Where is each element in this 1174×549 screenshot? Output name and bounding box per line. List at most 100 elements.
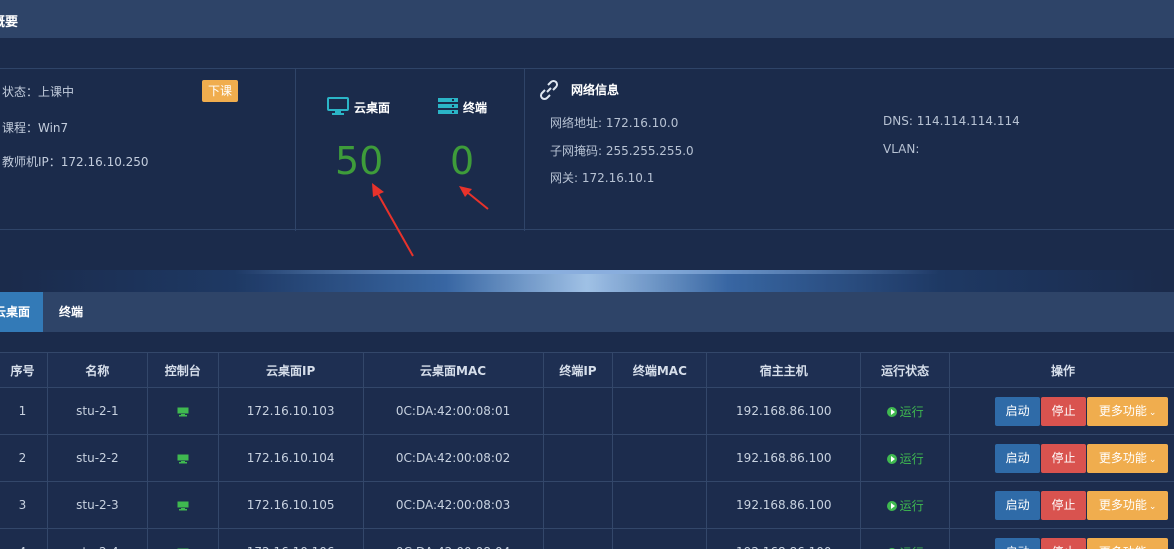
start-button[interactable]: 启动 <box>995 490 1041 520</box>
col-header: 运行状态 <box>860 352 951 388</box>
server-icon <box>438 98 458 114</box>
row-host: 192.168.86.100 <box>706 481 862 529</box>
glow-separator <box>0 270 1174 292</box>
console-cell <box>146 528 219 549</box>
more-functions-button[interactable]: 更多功能⌄ <box>1087 443 1169 473</box>
col-header: 终端IP <box>542 352 614 388</box>
console-cell <box>146 434 219 482</box>
row-status: 运行 <box>860 481 951 529</box>
col-header: 宿主主机 <box>706 352 862 388</box>
vlan: VLAN: <box>883 142 920 156</box>
more-functions-label: 更多功能 <box>1099 545 1147 549</box>
row-terminal-mac <box>612 528 708 549</box>
row-terminal-mac <box>612 434 708 482</box>
chevron-down-icon: ⌄ <box>1148 454 1157 465</box>
row-terminal-ip <box>542 528 614 549</box>
more-functions-button[interactable]: 更多功能⌄ <box>1087 537 1169 549</box>
col-header: 云桌面IP <box>217 352 364 388</box>
col-header: 终端MAC <box>612 352 708 388</box>
start-button[interactable]: 启动 <box>995 443 1041 473</box>
end-class-button[interactable]: 下课 <box>202 80 238 102</box>
monitor-icon <box>327 97 349 115</box>
section-title: 概要 <box>0 15 19 30</box>
console-cell <box>146 387 219 435</box>
row-actions: 启动停止更多功能⌄ <box>949 387 1174 435</box>
overview-panel: 状态：上课中 下课 课程：Win7 教师机IP：172.16.10.250 云桌… <box>0 68 1174 231</box>
row-terminal-mac <box>612 481 708 529</box>
play-circle-icon <box>886 453 897 464</box>
row-actions: 启动停止更多功能⌄ <box>949 434 1174 482</box>
tab-desktops[interactable]: 云桌面 <box>0 292 43 332</box>
row-number: 3 <box>0 481 48 529</box>
status-text: 运行 <box>900 546 924 549</box>
col-header: 名称 <box>46 352 148 388</box>
more-functions-button[interactable]: 更多功能⌄ <box>1087 490 1169 520</box>
row-desktop-mac: 0C:DA:42:00:08:01 <box>362 387 544 435</box>
row-desktop-mac: 0C:DA:42:00:08:04 <box>362 528 544 549</box>
class-status: 状态：上课中 <box>2 85 75 99</box>
start-button[interactable]: 启动 <box>995 537 1041 549</box>
row-terminal-ip <box>542 387 614 435</box>
status-text: 运行 <box>899 498 924 513</box>
row-number: 4 <box>0 528 48 549</box>
table-row: 4 stu-2-4 172.16.10.106 0C:DA:42:00:08:0… <box>0 528 1174 549</box>
more-functions-label: 更多功能 <box>1098 403 1147 418</box>
divider <box>295 69 296 231</box>
row-name: stu-2-2 <box>46 434 148 482</box>
row-desktop-ip: 172.16.10.105 <box>217 481 364 529</box>
row-host: 192.168.86.100 <box>706 387 862 435</box>
row-terminal-mac <box>612 387 708 435</box>
terminal-label: 终端 <box>463 101 488 115</box>
more-functions-label: 更多功能 <box>1098 497 1147 512</box>
status-text: 运行 <box>899 451 924 466</box>
col-header: 序号 <box>0 352 48 388</box>
row-name: stu-2-1 <box>46 387 148 435</box>
teacher-ip: 教师机IP：172.16.10.250 <box>2 155 149 169</box>
start-button[interactable]: 启动 <box>995 396 1041 426</box>
row-number: 1 <box>0 387 48 435</box>
console-icon[interactable] <box>177 407 189 417</box>
row-status: 运行 <box>860 528 951 549</box>
dns: DNS: 114.114.114.114 <box>883 114 1020 128</box>
stop-button[interactable]: 停止 <box>1041 443 1087 473</box>
col-header: 云桌面MAC <box>362 352 544 388</box>
desktop-count: 50 <box>335 139 384 183</box>
table-header-row: 序号 名称 控制台 云桌面IP 云桌面MAC 终端IP 终端MAC 宿主主机 运… <box>0 352 1174 388</box>
table-row: 1 stu-2-1 172.16.10.103 0C:DA:42:00:08:0… <box>0 387 1174 435</box>
more-functions-label: 更多功能 <box>1098 450 1147 465</box>
desktop-label: 云桌面 <box>354 101 391 115</box>
tab-bar: 云桌面 终端 <box>0 292 1174 332</box>
row-desktop-ip: 172.16.10.104 <box>217 434 364 482</box>
row-name: stu-2-4 <box>46 528 148 549</box>
play-circle-icon <box>886 406 897 417</box>
network-title: 网络信息 <box>571 83 620 97</box>
table-row: 3 stu-2-3 172.16.10.105 0C:DA:42:00:08:0… <box>0 481 1174 529</box>
link-icon <box>539 79 559 101</box>
row-host: 192.168.86.100 <box>706 434 862 482</box>
tab-terminals[interactable]: 终端 <box>59 292 83 332</box>
chevron-down-icon: ⌄ <box>1148 407 1157 418</box>
chevron-down-icon: ⌄ <box>1148 501 1157 512</box>
desktop-table: 序号 名称 控制台 云桌面IP 云桌面MAC 终端IP 终端MAC 宿主主机 运… <box>0 352 1174 549</box>
row-desktop-mac: 0C:DA:42:00:08:03 <box>362 481 544 529</box>
stop-button[interactable]: 停止 <box>1041 396 1087 426</box>
row-host: 192.168.86.100 <box>706 528 862 549</box>
stop-button[interactable]: 停止 <box>1041 490 1087 520</box>
row-terminal-ip <box>542 434 614 482</box>
course-name: 课程：Win7 <box>2 121 69 135</box>
stop-button[interactable]: 停止 <box>1041 537 1087 549</box>
row-number: 2 <box>0 434 48 482</box>
table-row: 2 stu-2-2 172.16.10.104 0C:DA:42:00:08:0… <box>0 434 1174 482</box>
network-address: 网络地址: 172.16.10.0 <box>550 116 679 130</box>
row-terminal-ip <box>542 481 614 529</box>
more-functions-button[interactable]: 更多功能⌄ <box>1087 396 1169 426</box>
subnet-mask: 子网掩码: 255.255.255.0 <box>550 144 694 158</box>
col-header: 控制台 <box>146 352 219 388</box>
row-desktop-mac: 0C:DA:42:00:08:02 <box>362 434 544 482</box>
console-icon[interactable] <box>177 454 189 464</box>
console-icon[interactable] <box>177 501 189 511</box>
terminal-count: 0 <box>450 139 475 183</box>
row-name: stu-2-3 <box>46 481 148 529</box>
section-header: 概要 <box>0 0 1174 38</box>
gateway: 网关: 172.16.10.1 <box>550 171 655 185</box>
